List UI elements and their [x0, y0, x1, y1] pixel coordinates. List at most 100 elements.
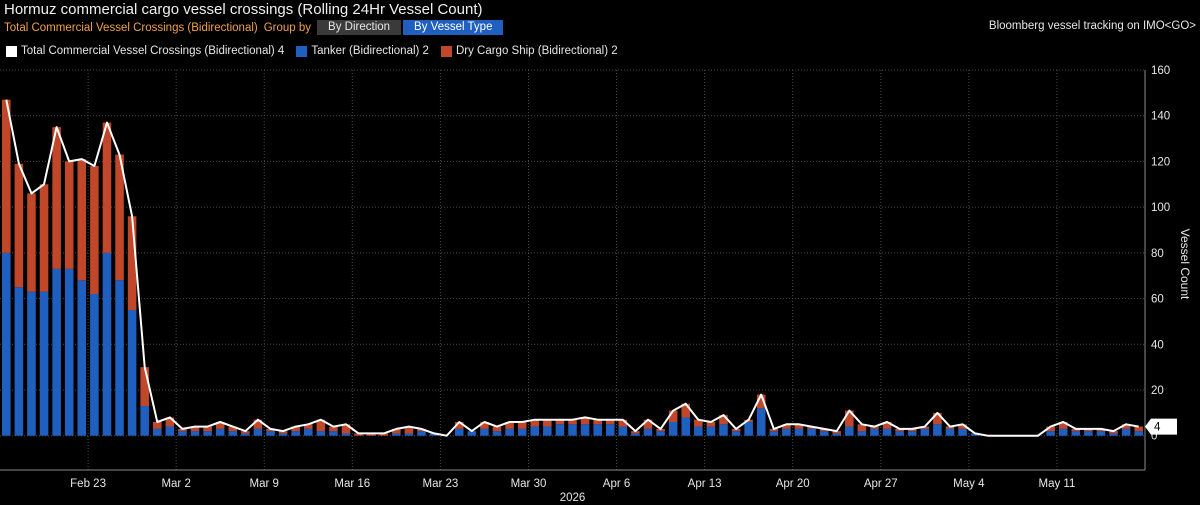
- metric-selector[interactable]: Total Commercial Vessel Crossings (Bidir…: [4, 22, 258, 34]
- legend-swatch-tanker: [296, 45, 308, 57]
- tanker-bar: [643, 428, 653, 436]
- tanker-bar: [933, 424, 942, 436]
- last-value-flag: [1145, 418, 1177, 435]
- tanker-bar: [215, 428, 225, 436]
- tanker-bar: [668, 422, 678, 436]
- legend-item-total[interactable]: Total Commercial Vessel Crossings (Bidir…: [6, 45, 284, 57]
- tanker-bar: [845, 426, 854, 436]
- tanker-bar: [756, 408, 766, 436]
- tanker-bar: [492, 431, 502, 436]
- tanker-bar: [316, 431, 326, 436]
- dry-cargo-bar: [64, 161, 74, 269]
- tanker-bar: [958, 428, 967, 436]
- tanker-bar: [140, 406, 149, 436]
- dry-cargo-bar: [933, 412, 942, 425]
- tanker-bar: [241, 433, 250, 436]
- tanker-bar: [77, 280, 87, 436]
- tanker-bar: [631, 433, 640, 436]
- tanker-bar: [895, 431, 904, 436]
- tanker-bar: [102, 252, 112, 436]
- dry-cargo-bar: [90, 166, 99, 294]
- tanker-bar: [291, 431, 300, 436]
- dry-cargo-bar: [77, 159, 87, 281]
- tanker-bar: [907, 431, 917, 436]
- legend-item-tanker[interactable]: Tanker (Bidirectional) 2: [296, 45, 429, 57]
- x-tick-label: Mar 2: [161, 478, 190, 490]
- y-tick-label: 20: [1151, 385, 1164, 397]
- tanker-bar: [568, 424, 577, 436]
- y-axis-title: Vessel Count: [1178, 229, 1192, 300]
- tanker-bar: [127, 310, 137, 436]
- dry-cargo-bar: [517, 422, 527, 429]
- tanker-bar: [52, 268, 61, 436]
- y-tick-label: 120: [1151, 156, 1170, 168]
- x-tick-label: Mar 30: [511, 478, 547, 490]
- dry-cargo-bar: [1134, 426, 1143, 432]
- x-tick-label: Apr 13: [688, 478, 722, 490]
- tanker-bar: [278, 433, 288, 436]
- y-tick-label: 40: [1151, 339, 1164, 351]
- tanker-bar: [1121, 428, 1131, 436]
- tanker-bar: [920, 428, 930, 436]
- tanker-bar: [719, 424, 728, 436]
- dry-cargo-bar: [39, 184, 49, 292]
- tanker-bar: [555, 424, 565, 436]
- tanker-bar: [190, 431, 200, 436]
- legend-item-dry-cargo[interactable]: Dry Cargo Ship (Bidirectional) 2: [440, 45, 618, 57]
- tanker-bar: [593, 424, 602, 436]
- tanker-bar: [178, 431, 187, 436]
- group-by-direction-button[interactable]: By Direction: [317, 20, 402, 35]
- tanker-bar: [580, 424, 590, 436]
- source-note: Bloomberg vessel tracking on IMO<GO>: [988, 20, 1196, 32]
- x-tick-label: Apr 20: [776, 478, 810, 490]
- tanker-bar: [769, 431, 779, 436]
- legend-swatch-dry-cargo: [440, 45, 452, 57]
- x-tick-label: Mar 23: [422, 478, 458, 490]
- tanker-bar: [39, 291, 49, 436]
- tanker-bar: [782, 428, 791, 436]
- x-tick-label: Mar 16: [334, 478, 370, 490]
- y-tick-label: 100: [1151, 202, 1170, 214]
- dry-cargo-bar: [102, 122, 112, 253]
- tanker-bar: [1058, 428, 1068, 436]
- legend-label-tanker: Tanker (Bidirectional) 2: [311, 45, 429, 57]
- dry-cargo-bar: [14, 163, 24, 288]
- tanker-bar: [115, 280, 124, 436]
- tanker-bar: [882, 428, 892, 436]
- tanker-bar: [819, 431, 829, 436]
- tanker-bar: [203, 431, 212, 436]
- tanker-bar: [618, 426, 628, 436]
- x-tick-label: Mar 9: [250, 478, 279, 490]
- legend-label-dry-cargo: Dry Cargo Ship (Bidirectional) 2: [455, 45, 618, 57]
- tanker-bar: [1134, 431, 1143, 436]
- dry-cargo-bar: [543, 419, 552, 427]
- dry-cargo-bar: [27, 193, 36, 292]
- chart-plot[interactable]: 020406080100120140160Feb 23 Mar 2 Mar 9 Mar…: [0, 62, 1200, 505]
- dry-cargo-bar: [140, 367, 149, 406]
- x-tick-label: Apr 6: [603, 478, 631, 490]
- tanker-bar: [253, 428, 263, 436]
- tanker-bar: [945, 428, 955, 436]
- tanker-bar: [807, 428, 816, 436]
- tanker-bar: [656, 431, 665, 436]
- dry-cargo-bar: [52, 127, 61, 269]
- x-year-label: 2026: [560, 492, 586, 504]
- tanker-bar: [744, 422, 753, 436]
- tanker-bar: [64, 268, 74, 436]
- x-tick-label: May 4: [953, 478, 985, 490]
- tanker-bar: [857, 431, 867, 436]
- tanker-bar: [153, 428, 162, 436]
- chart-title: Hormuz commercial cargo vessel crossings…: [4, 1, 483, 18]
- x-tick-label: May 11: [1038, 478, 1075, 490]
- tanker-bar: [417, 431, 426, 436]
- group-by-vessel-type-button[interactable]: By Vessel Type: [403, 20, 504, 35]
- x-tick-label: Feb 23: [70, 478, 106, 490]
- tanker-bar: [832, 433, 842, 436]
- tanker-bar: [341, 433, 351, 436]
- tanker-bar: [731, 431, 741, 436]
- tanker-bar: [706, 426, 716, 436]
- tanker-bar: [228, 431, 238, 436]
- tanker-bar: [1096, 431, 1106, 436]
- tanker-bar: [165, 426, 175, 436]
- legend: Total Commercial Vessel Crossings (Bidir…: [6, 45, 630, 57]
